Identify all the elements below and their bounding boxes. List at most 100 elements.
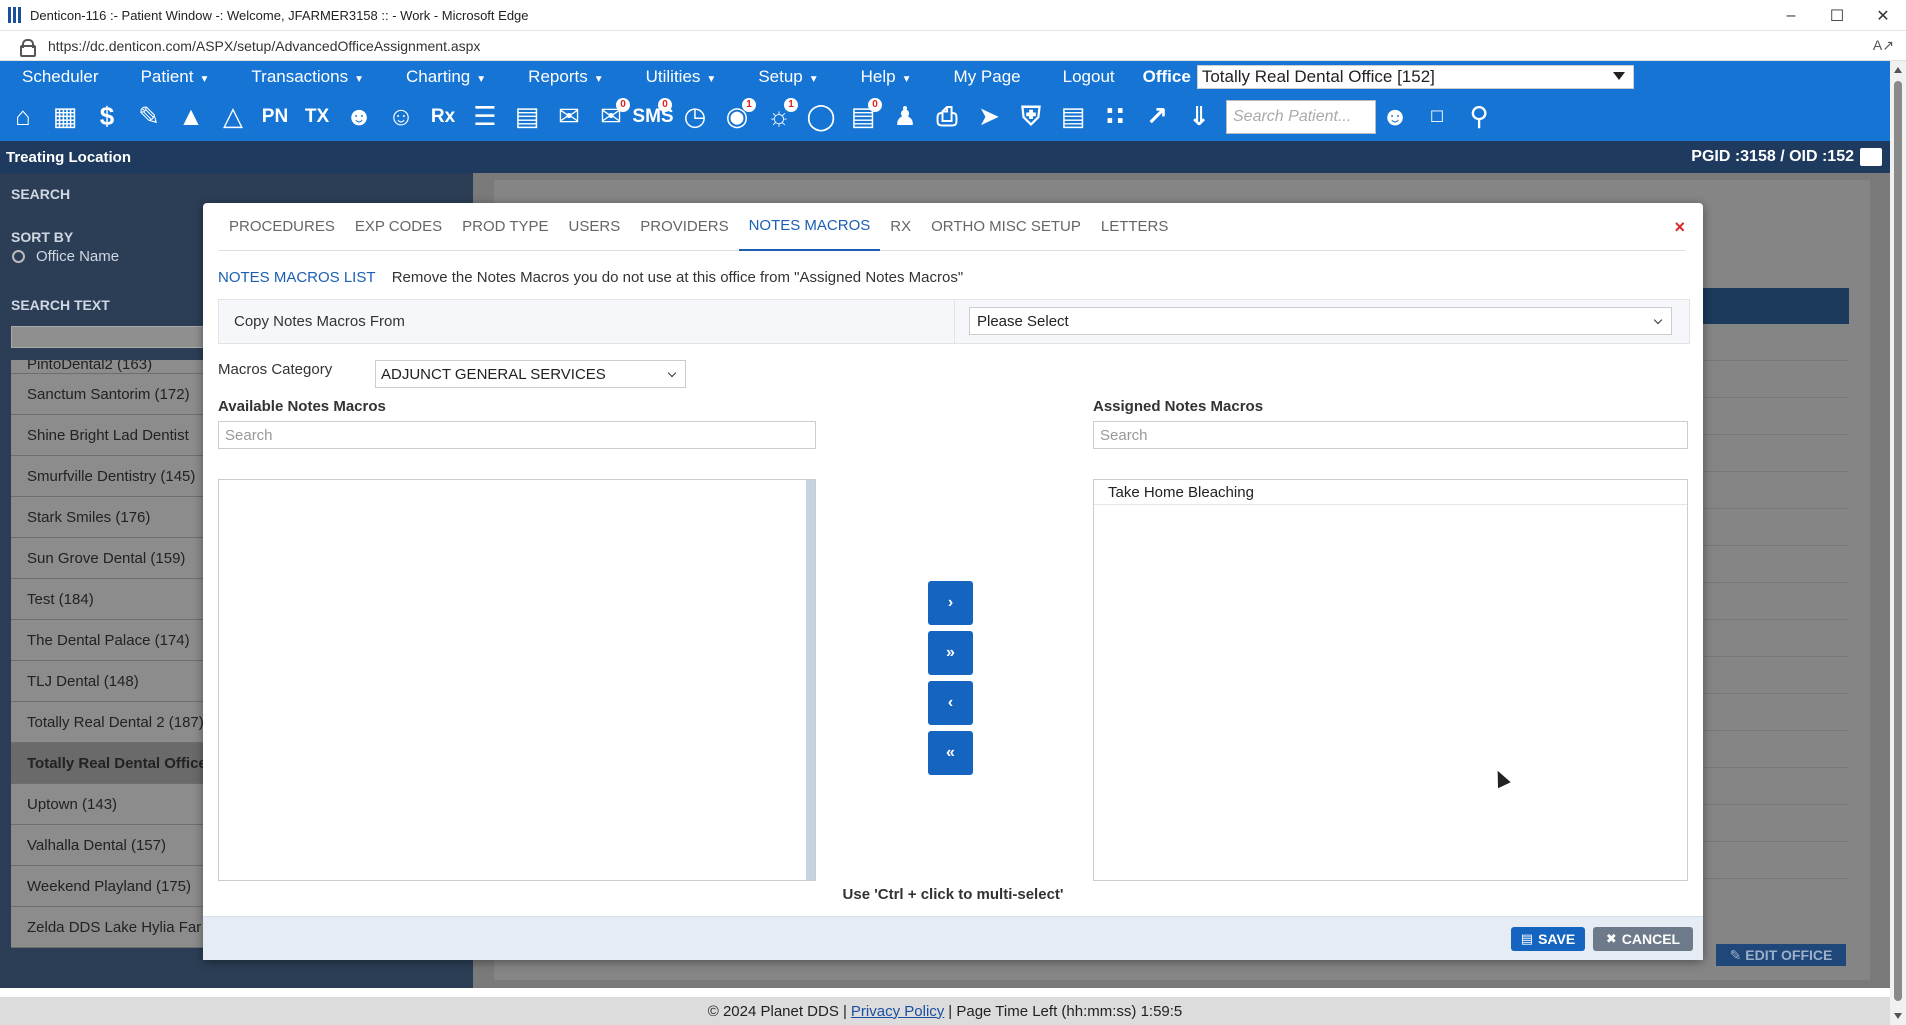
edit-office-button[interactable]: ✎ EDIT OFFICE [1716, 944, 1846, 966]
menu-help[interactable]: Help ▼ [861, 67, 912, 87]
insurance-icon[interactable]: ⛨ [1014, 98, 1048, 136]
tab-letters[interactable]: LETTERS [1091, 203, 1179, 251]
chart-pen-icon[interactable]: ✎ [132, 98, 166, 136]
dropdown-arrow-icon [1612, 71, 1625, 80]
menu-reports[interactable]: Reports ▼ [528, 67, 603, 87]
chevron-down-icon [667, 368, 677, 378]
tab-exp-codes[interactable]: EXP CODES [345, 203, 452, 251]
floppy-icon: ▤ [1520, 931, 1534, 946]
available-search-input[interactable]: Search [218, 421, 816, 449]
tooth-outline-icon[interactable]: △ [216, 98, 250, 136]
treating-location-title: Treating Location [6, 148, 132, 166]
category-select[interactable]: ADJUNCT GENERAL SERVICES [375, 360, 686, 388]
address-bar: https://dc.denticon.com/ASPX/setup/Advan… [0, 31, 1906, 61]
office-select[interactable]: Totally Real Dental Office [152] [1196, 64, 1634, 89]
add-patient-icon[interactable]: ☻ [342, 98, 376, 136]
family-icon[interactable]: ♟ [888, 98, 922, 136]
tab-notes-macros[interactable]: NOTES MACROS [738, 203, 881, 251]
tab-providers[interactable]: PROVIDERS [630, 203, 738, 251]
print-icon[interactable] [1860, 148, 1882, 166]
caret-down-icon: ▼ [199, 73, 210, 85]
clock-icon[interactable]: ◷ [678, 98, 712, 136]
patient-search-icon[interactable]: ☻ [1378, 98, 1412, 136]
mail-icon[interactable]: ✉ [552, 98, 586, 136]
menu-utilities[interactable]: Utilities ▼ [646, 67, 717, 87]
transfer-icon[interactable]: ➤ [972, 98, 1006, 136]
menu-scheduler[interactable]: Scheduler [22, 67, 99, 87]
cancel-button[interactable]: ✖ CANCEL [1593, 927, 1693, 951]
notes-icon[interactable]: ☰ [468, 98, 502, 136]
move-all-right-button[interactable]: » [928, 631, 973, 675]
tab-ortho-misc-setup[interactable]: ORTHO MISC SETUP [921, 203, 1091, 251]
divider [954, 300, 955, 343]
sms-icon[interactable]: SMS 0 [632, 97, 674, 136]
add-family-icon[interactable]: ☺ [384, 98, 418, 136]
analytics-icon[interactable]: ↗ [1140, 98, 1174, 136]
save-button[interactable]: ▤ SAVE [1511, 927, 1585, 951]
caret-down-icon: ▼ [808, 73, 819, 85]
lock-icon[interactable] [20, 38, 36, 57]
rx-icon[interactable]: Rx [426, 98, 460, 136]
menu-transactions[interactable]: Transactions ▼ [251, 67, 364, 87]
menu-patient[interactable]: Patient ▼ [141, 67, 210, 87]
copy-from-row: Copy Notes Macros From Please Select [218, 299, 1690, 344]
printer-icon[interactable]: ⎙ [930, 98, 964, 136]
menu-my-page[interactable]: My Page [954, 67, 1021, 87]
scroll-up-icon[interactable] [1894, 67, 1902, 73]
tooth-icon[interactable]: ▲ [174, 98, 208, 136]
available-listbox[interactable] [218, 479, 816, 881]
online-users-icon[interactable]: ◉ 1 [720, 97, 756, 136]
move-right-button[interactable]: › [928, 581, 973, 625]
eligibility-icon[interactable]: ▤ [1056, 98, 1090, 136]
url-text[interactable]: https://dc.denticon.com/ASPX/setup/Advan… [48, 38, 480, 54]
assigned-listbox[interactable]: Take Home Bleaching [1093, 479, 1688, 881]
read-aloud-icon[interactable]: A↗ [1873, 37, 1894, 54]
search-patient-input[interactable]: Search Patient... [1226, 99, 1376, 134]
alerts-icon[interactable]: ☼ 1 [762, 97, 798, 136]
available-scrollbar[interactable] [806, 480, 815, 880]
page-scrollbar[interactable] [1890, 61, 1906, 1025]
globe-icon[interactable]: ◯ [804, 98, 838, 136]
move-all-left-button[interactable]: « [928, 731, 973, 775]
forms-icon[interactable]: ▤ 0 [846, 97, 882, 136]
tab-users[interactable]: USERS [559, 203, 631, 251]
tab-rx[interactable]: RX [880, 203, 921, 251]
scroll-down-icon[interactable] [1894, 1013, 1902, 1019]
page-time-left: | Page Time Left (hh:mm:ss) 1:59:5 [948, 1002, 1183, 1020]
menu-logout[interactable]: Logout [1063, 67, 1115, 87]
close-window-icon[interactable]: ✕ [1860, 0, 1906, 31]
copy-from-select[interactable]: Please Select [969, 307, 1672, 335]
list-item[interactable]: Take Home Bleaching [1094, 480, 1687, 505]
menu-charting[interactable]: Charting ▼ [406, 67, 486, 87]
alerts-badge: 1 [784, 97, 798, 112]
caret-down-icon: ▼ [354, 73, 364, 85]
collapse-icon[interactable]: ⇓ [1182, 98, 1216, 136]
move-left-button[interactable]: ‹ [928, 681, 973, 725]
caret-down-icon: ▼ [476, 73, 487, 85]
advanced-search-icon[interactable]: ⚲ [1462, 98, 1496, 136]
scrollbar-thumb[interactable] [1894, 81, 1902, 1001]
tab-prod-type[interactable]: PROD TYPE [452, 203, 558, 251]
messages-icon[interactable]: ✉ 0 [594, 97, 630, 136]
edit-office-label: EDIT OFFICE [1745, 947, 1833, 963]
assigned-search-input[interactable]: Search [1093, 421, 1688, 449]
tab-procedures[interactable]: PROCEDURES [219, 203, 345, 251]
pn-icon[interactable]: PN [258, 98, 292, 136]
privacy-policy-link[interactable]: Privacy Policy [851, 1003, 944, 1020]
documents-icon[interactable]: ▤ [510, 98, 544, 136]
modal-tabs: PROCEDURES EXP CODES PROD TYPE USERS PRO… [219, 203, 1685, 251]
sort-office-name-radio[interactable] [12, 250, 25, 263]
maximize-icon[interactable]: ☐ [1814, 0, 1860, 31]
close-icon[interactable]: × [1674, 217, 1685, 238]
menu-setup[interactable]: Setup ▼ [758, 67, 818, 87]
dollar-icon[interactable]: $ [90, 98, 124, 136]
minimize-icon[interactable]: – [1768, 0, 1814, 31]
home-icon[interactable]: ⌂ [6, 98, 40, 136]
tx-icon[interactable]: TX [300, 98, 334, 136]
checkbox-icon[interactable]: ☐ [1420, 98, 1454, 136]
x-icon: ✖ [1605, 931, 1617, 946]
tooth-grid-icon[interactable]: ∷ [1098, 98, 1132, 136]
calendar-icon[interactable]: ▦ [48, 98, 82, 136]
copy-from-label: Copy Notes Macros From [234, 313, 405, 330]
app-icon [8, 7, 22, 23]
